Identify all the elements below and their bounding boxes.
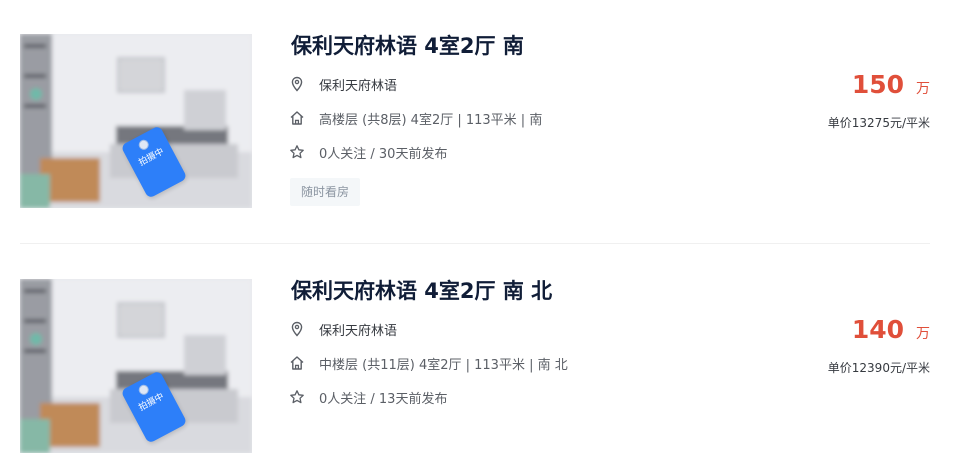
follow-info: 0人关注 / 30天前发布 xyxy=(319,146,448,162)
community-row: 保利天府林语 xyxy=(289,74,397,94)
listing-divider xyxy=(20,243,930,244)
unit-price: 单价13275元/平米 xyxy=(827,116,930,130)
listing-photo[interactable]: 拍摄中 xyxy=(20,279,252,453)
tag-hole-icon xyxy=(136,138,151,152)
total-price: 140 万 xyxy=(852,315,930,344)
listing-photo[interactable]: 拍摄中 xyxy=(20,34,252,208)
unit-price: 单价12390元/平米 xyxy=(827,361,930,375)
listing-title[interactable]: 保利天府林语 4室2厅 南 北 xyxy=(291,275,552,305)
location-pin-icon xyxy=(289,321,305,337)
total-price: 150 万 xyxy=(852,70,930,99)
location-pin-icon xyxy=(289,76,305,92)
community-link[interactable]: 保利天府林语 xyxy=(319,75,397,94)
listing-title[interactable]: 保利天府林语 4室2厅 南 xyxy=(291,30,524,60)
community-row: 保利天府林语 xyxy=(289,319,397,339)
house-info-row: 高楼层 (共8层) 4室2厅 | 113平米 | 南 xyxy=(289,108,542,128)
photo-badge-label: 拍摄中 xyxy=(137,146,166,169)
room-photo-placeholder xyxy=(20,279,252,453)
total-price-value: 150 xyxy=(851,70,904,99)
viewing-tag[interactable]: 随时看房 xyxy=(290,178,361,206)
room-photo-placeholder xyxy=(20,34,252,208)
tag-hole-icon xyxy=(136,383,151,397)
listing-item[interactable]: 拍摄中 保利天府林语 4室2厅 南 保利天府林语 高楼层 (共8层) 4室2厅 … xyxy=(0,0,980,208)
community-link[interactable]: 保利天府林语 xyxy=(319,320,397,339)
follow-info-row: 0人关注 / 30天前发布 xyxy=(289,142,447,162)
star-icon xyxy=(289,144,305,160)
house-info: 中楼层 (共11层) 4室2厅 | 113平米 | 南 北 xyxy=(319,357,568,373)
house-icon xyxy=(289,110,305,126)
listing-item[interactable]: 拍摄中 保利天府林语 4室2厅 南 北 保利天府林语 中楼层 (共11层) 4室… xyxy=(0,245,980,453)
house-info: 高楼层 (共8层) 4室2厅 | 113平米 | 南 xyxy=(319,112,543,128)
house-info-row: 中楼层 (共11层) 4室2厅 | 113平米 | 南 北 xyxy=(289,353,568,373)
house-icon xyxy=(289,355,305,371)
photo-badge-label: 拍摄中 xyxy=(137,391,166,414)
follow-info-row: 0人关注 / 13天前发布 xyxy=(289,387,447,407)
follow-info: 0人关注 / 13天前发布 xyxy=(319,391,448,407)
total-price-unit: 万 xyxy=(916,81,930,97)
total-price-unit: 万 xyxy=(916,326,930,342)
total-price-value: 140 xyxy=(851,315,904,344)
star-icon xyxy=(289,389,305,405)
